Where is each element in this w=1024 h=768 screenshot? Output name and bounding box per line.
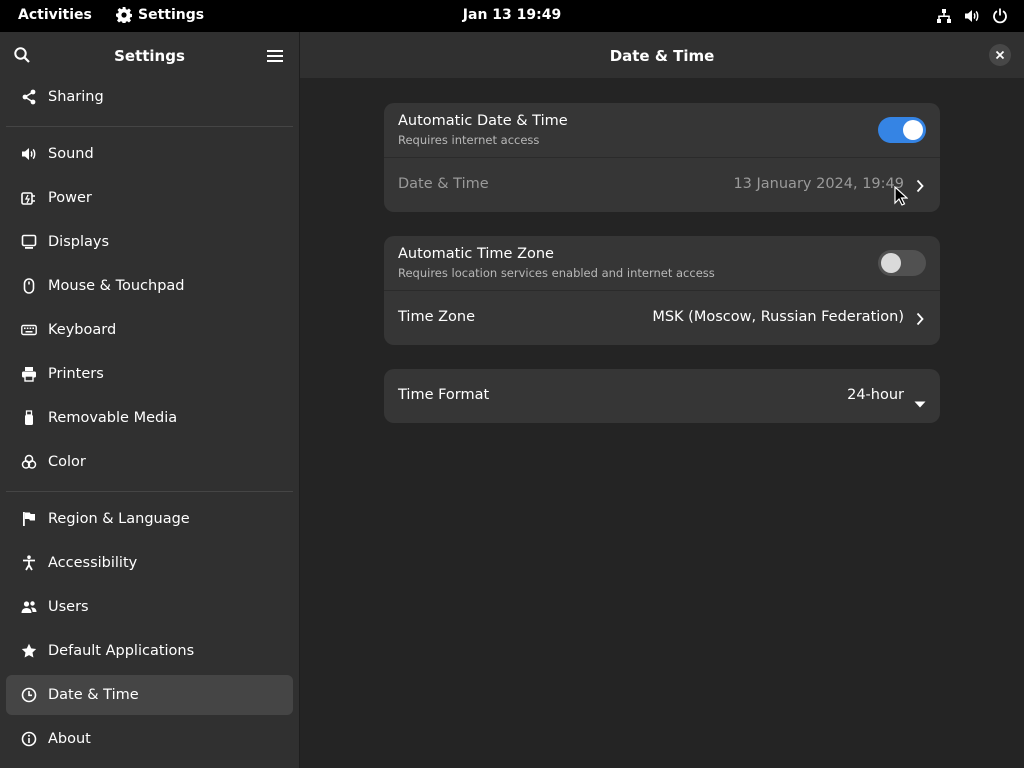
auto-timezone-title: Automatic Time Zone — [398, 246, 554, 262]
time-format-card: Time Format 24-hour — [384, 369, 940, 423]
network-icon — [936, 8, 952, 24]
gear-icon — [116, 7, 132, 23]
clock[interactable]: Jan 13 19:49 — [463, 7, 561, 23]
flag-icon — [19, 509, 39, 529]
sidebar-item-label: Region & Language — [48, 511, 190, 527]
info-icon — [19, 729, 39, 749]
time-format-title: Time Format — [398, 387, 490, 403]
sidebar-item-date-time[interactable]: Date & Time — [6, 675, 293, 715]
sidebar-item-region-language[interactable]: Region & Language — [6, 499, 293, 539]
sidebar-item-about[interactable]: About — [6, 719, 293, 759]
timezone-value: MSK (Moscow, Russian Federation) — [652, 309, 904, 325]
sidebar: Settings Sharing Sound Power Displays Mo… — [0, 32, 300, 768]
star-icon — [19, 641, 39, 661]
sidebar-item-accessibility[interactable]: Accessibility — [6, 543, 293, 583]
time-format-value[interactable]: 24-hour — [847, 387, 904, 403]
sidebar-item-default-applications[interactable]: Default Applications — [6, 631, 293, 671]
datetime-title: Date & Time — [398, 176, 489, 192]
sidebar-item-mouse-touchpad[interactable]: Mouse & Touchpad — [6, 266, 293, 306]
printer-icon — [19, 364, 39, 384]
sidebar-item-printers[interactable]: Printers — [6, 354, 293, 394]
share-icon — [19, 87, 39, 107]
datetime-card: Automatic Date & Time Requires internet … — [384, 103, 940, 212]
color-icon — [19, 452, 39, 472]
sidebar-item-removable-media[interactable]: Removable Media — [6, 398, 293, 438]
sidebar-item-label: Removable Media — [48, 410, 178, 426]
sidebar-item-label: Mouse & Touchpad — [48, 278, 185, 294]
power-icon — [992, 8, 1008, 24]
sidebar-item-label: Keyboard — [48, 322, 117, 338]
auto-timezone-switch[interactable] — [878, 250, 926, 276]
display-icon — [19, 232, 39, 252]
sidebar-item-label: Color — [48, 454, 86, 470]
hamburger-menu-icon[interactable] — [267, 48, 283, 67]
sidebar-title: Settings — [114, 47, 185, 65]
sidebar-item-label: Accessibility — [48, 555, 138, 571]
auto-datetime-title: Automatic Date & Time — [398, 113, 568, 129]
auto-datetime-row: Automatic Date & Time Requires internet … — [384, 103, 940, 157]
sidebar-item-label: Power — [48, 190, 92, 206]
sidebar-item-sound[interactable]: Sound — [6, 134, 293, 174]
usb-drive-icon — [19, 408, 39, 428]
sidebar-item-label: Users — [48, 599, 89, 615]
top-bar: Activities Settings Jan 13 19:49 — [0, 0, 1024, 32]
sidebar-item-displays[interactable]: Displays — [6, 222, 293, 262]
auto-datetime-subtitle: Requires internet access — [398, 133, 540, 147]
mouse-pointer-icon — [894, 185, 909, 210]
app-name: Settings — [138, 7, 205, 23]
sidebar-item-label: Displays — [48, 234, 110, 250]
switch-knob — [903, 120, 923, 140]
timezone-title: Time Zone — [398, 309, 476, 325]
close-icon — [995, 50, 1005, 60]
auto-datetime-switch[interactable] — [878, 117, 926, 143]
sidebar-item-label: Printers — [48, 366, 104, 382]
accessibility-icon — [19, 553, 39, 573]
switch-knob — [881, 253, 901, 273]
sidebar-item-label: About — [48, 731, 91, 747]
timezone-row[interactable]: Time Zone MSK (Moscow, Russian Federatio… — [384, 291, 940, 345]
sidebar-item-sharing[interactable]: Sharing — [6, 77, 293, 117]
chevron-down-icon[interactable] — [914, 393, 926, 412]
clock-icon — [19, 685, 39, 705]
datetime-row[interactable]: Date & Time 13 January 2024, 19:49 — [384, 158, 940, 212]
chevron-right-icon — [916, 311, 924, 330]
users-icon — [19, 597, 39, 617]
time-format-row[interactable]: Time Format 24-hour — [384, 369, 940, 423]
close-button[interactable] — [989, 44, 1011, 66]
main-header: Date & Time — [300, 32, 1024, 78]
sidebar-item-label: Date & Time — [48, 687, 139, 703]
sidebar-separator — [6, 126, 293, 127]
sidebar-header: Settings — [0, 32, 299, 78]
app-menu[interactable]: Settings — [116, 7, 204, 23]
sidebar-item-users[interactable]: Users — [6, 587, 293, 627]
speaker-icon — [19, 144, 39, 164]
sidebar-item-label: Sound — [48, 146, 94, 162]
auto-timezone-row: Automatic Time Zone Requires location se… — [384, 236, 940, 290]
timezone-card: Automatic Time Zone Requires location se… — [384, 236, 940, 345]
sidebar-item-label: Default Applications — [48, 643, 195, 659]
activities-button[interactable]: Activities — [18, 7, 92, 23]
chevron-right-icon — [916, 178, 924, 197]
sidebar-separator — [6, 491, 293, 492]
keyboard-icon — [19, 320, 39, 340]
sidebar-item-keyboard[interactable]: Keyboard — [6, 310, 293, 350]
volume-icon — [964, 8, 980, 24]
page-title: Date & Time — [609, 47, 715, 65]
sidebar-item-power[interactable]: Power — [6, 178, 293, 218]
sidebar-item-label: Sharing — [48, 89, 104, 105]
power-plug-icon — [19, 188, 39, 208]
sidebar-item-color[interactable]: Color — [6, 442, 293, 482]
mouse-icon — [19, 276, 39, 296]
auto-timezone-subtitle: Requires location services enabled and i… — [398, 266, 715, 280]
system-menu[interactable] — [936, 8, 1008, 24]
datetime-value: 13 January 2024, 19:49 — [733, 176, 904, 192]
